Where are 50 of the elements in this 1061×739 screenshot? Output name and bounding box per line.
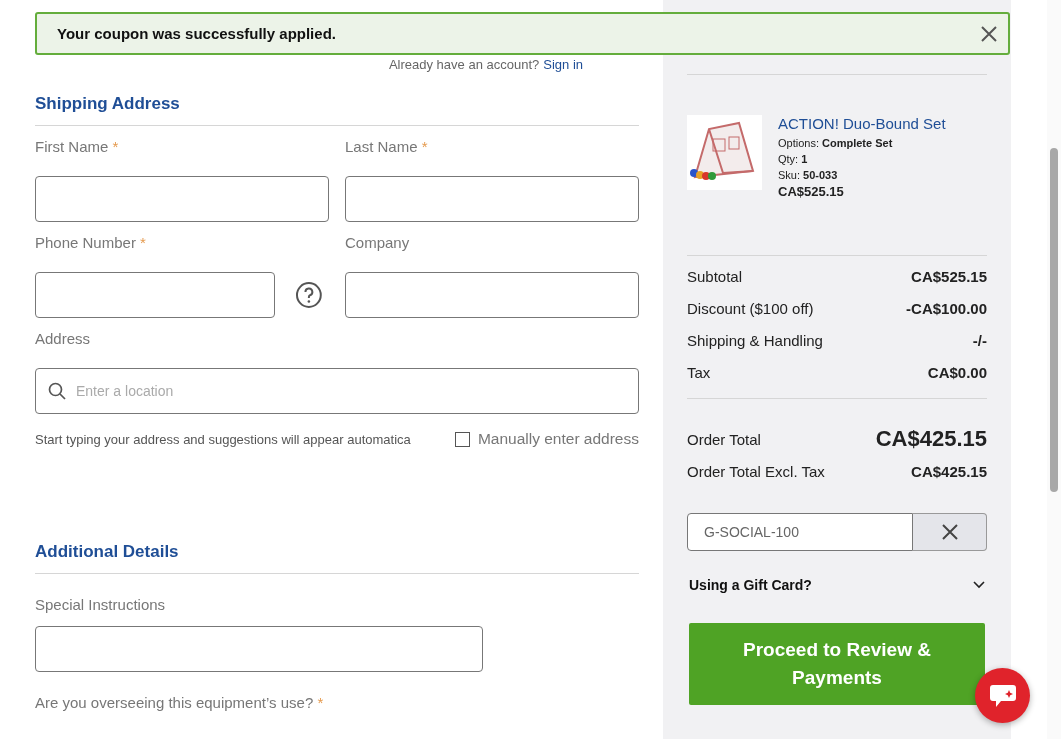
field-label: Company bbox=[345, 234, 411, 252]
close-icon bbox=[980, 24, 998, 43]
coupon-field[interactable]: G-SOCIAL-100 bbox=[687, 513, 913, 551]
product-detail: Sku: 50-033 bbox=[778, 168, 839, 183]
section-heading: Additional Details bbox=[35, 541, 180, 563]
total-label: Tax bbox=[687, 363, 711, 381]
total-label: Discount ($100 off) bbox=[687, 299, 814, 317]
field-label: Special Instructions bbox=[35, 596, 167, 614]
order-total-value: CA$425.15 bbox=[875, 426, 987, 452]
order-total-label: Order Total bbox=[687, 430, 761, 448]
total-label: Order Total Excl. Tax bbox=[687, 462, 825, 480]
field-label: Phone Number * bbox=[35, 234, 147, 252]
sign-in-link[interactable]: Sign in bbox=[543, 57, 583, 73]
product-name[interactable]: ACTION! Duo-Bound Set bbox=[778, 115, 946, 132]
help-icon bbox=[295, 281, 323, 309]
product-price: CA$525.15 bbox=[778, 184, 845, 199]
text-field[interactable] bbox=[345, 272, 639, 318]
total-label: Subtotal bbox=[687, 267, 743, 285]
account-prompt: Already have an account? bbox=[388, 57, 540, 73]
field-label: Address bbox=[35, 330, 92, 348]
total-value: -CA$100.00 bbox=[906, 299, 987, 317]
checkbox-label[interactable]: Manually enter address bbox=[477, 430, 639, 448]
total-value: CA$0.00 bbox=[927, 363, 987, 381]
field-label: Last Name * bbox=[345, 138, 429, 156]
address-field[interactable]: Enter a location bbox=[35, 368, 639, 414]
total-value: CA$425.15 bbox=[911, 462, 987, 480]
chat-icon bbox=[988, 682, 1017, 709]
text-field[interactable] bbox=[35, 626, 483, 672]
product-detail: Options: Complete Set bbox=[778, 136, 894, 151]
close-button[interactable] bbox=[980, 24, 998, 43]
chevron-icon bbox=[973, 581, 985, 589]
scrollbar[interactable] bbox=[1047, 0, 1061, 739]
checkbox[interactable] bbox=[454, 431, 470, 447]
product-detail: Qty: 1 bbox=[778, 152, 809, 167]
text-field[interactable] bbox=[35, 176, 329, 222]
address-hint: Start typing your address and suggestions will appear automatica bbox=[35, 431, 411, 447]
scrollbar-thumb[interactable] bbox=[1050, 148, 1058, 492]
remove-coupon-button[interactable] bbox=[913, 513, 987, 551]
total-value: CA$525.15 bbox=[911, 267, 987, 285]
total-label: Shipping & Handling bbox=[687, 331, 823, 349]
notification-text: Your coupon was successfully applied. bbox=[57, 25, 336, 42]
field-label: First Name * bbox=[35, 138, 120, 156]
gift-card-toggle[interactable]: Using a Gift Card? bbox=[687, 577, 987, 593]
question-label: Are you overseeing this equipment’s use? * bbox=[35, 694, 325, 712]
phone-field[interactable] bbox=[35, 272, 276, 318]
text-field[interactable] bbox=[345, 176, 639, 222]
search-icon bbox=[48, 382, 66, 400]
total-value: -/- bbox=[972, 331, 987, 349]
section-heading: Shipping Address bbox=[35, 93, 181, 115]
close-icon bbox=[940, 523, 959, 541]
